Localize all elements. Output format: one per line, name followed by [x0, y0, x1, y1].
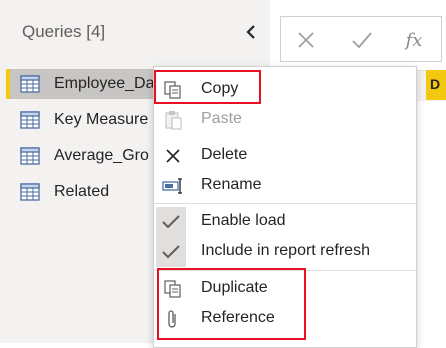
duplicate-reference-highlight-box	[157, 268, 306, 340]
menu-item-label: Include in report refresh	[201, 242, 370, 259]
table-icon	[20, 111, 40, 129]
table-icon	[20, 147, 40, 165]
menu-item-paste[interactable]: Paste	[154, 105, 416, 135]
menu-separator	[154, 203, 416, 204]
queries-pane-title: Queries [4]	[22, 22, 106, 41]
column-header-label: D	[430, 76, 441, 92]
table-icon	[20, 183, 40, 201]
menu-item-delete[interactable]: Delete	[154, 141, 416, 171]
check-icon	[156, 207, 186, 237]
menu-item-rename[interactable]: Rename	[154, 171, 416, 201]
query-item-label: Related	[54, 183, 110, 200]
collapse-pane-button[interactable]	[241, 22, 261, 42]
insert-function-button[interactable]: fx	[401, 27, 427, 53]
copy-highlight-box	[154, 70, 261, 104]
menu-item-enable-load[interactable]: Enable load	[154, 207, 416, 237]
formula-bar: fx	[280, 16, 442, 62]
menu-item-label: Rename	[201, 176, 262, 193]
query-item-label: Average_Gro	[54, 147, 149, 164]
check-icon	[156, 237, 186, 267]
check-icon	[352, 32, 372, 49]
table-icon	[20, 75, 40, 93]
query-item-label: Employee_Da	[54, 75, 155, 92]
x-icon	[298, 32, 314, 48]
paste-icon	[162, 110, 184, 130]
confirm-formula-button[interactable]	[349, 27, 375, 53]
rename-icon	[162, 176, 184, 196]
query-item-label: Key Measure	[54, 111, 149, 128]
menu-item-include-refresh[interactable]: Include in report refresh	[154, 237, 416, 267]
menu-item-label: Enable load	[201, 212, 286, 229]
chevron-left-icon	[246, 25, 255, 39]
menu-item-label: Paste	[201, 110, 242, 127]
menu-item-label: Delete	[201, 146, 248, 163]
delete-icon	[162, 146, 184, 166]
cancel-formula-button[interactable]	[293, 27, 319, 53]
